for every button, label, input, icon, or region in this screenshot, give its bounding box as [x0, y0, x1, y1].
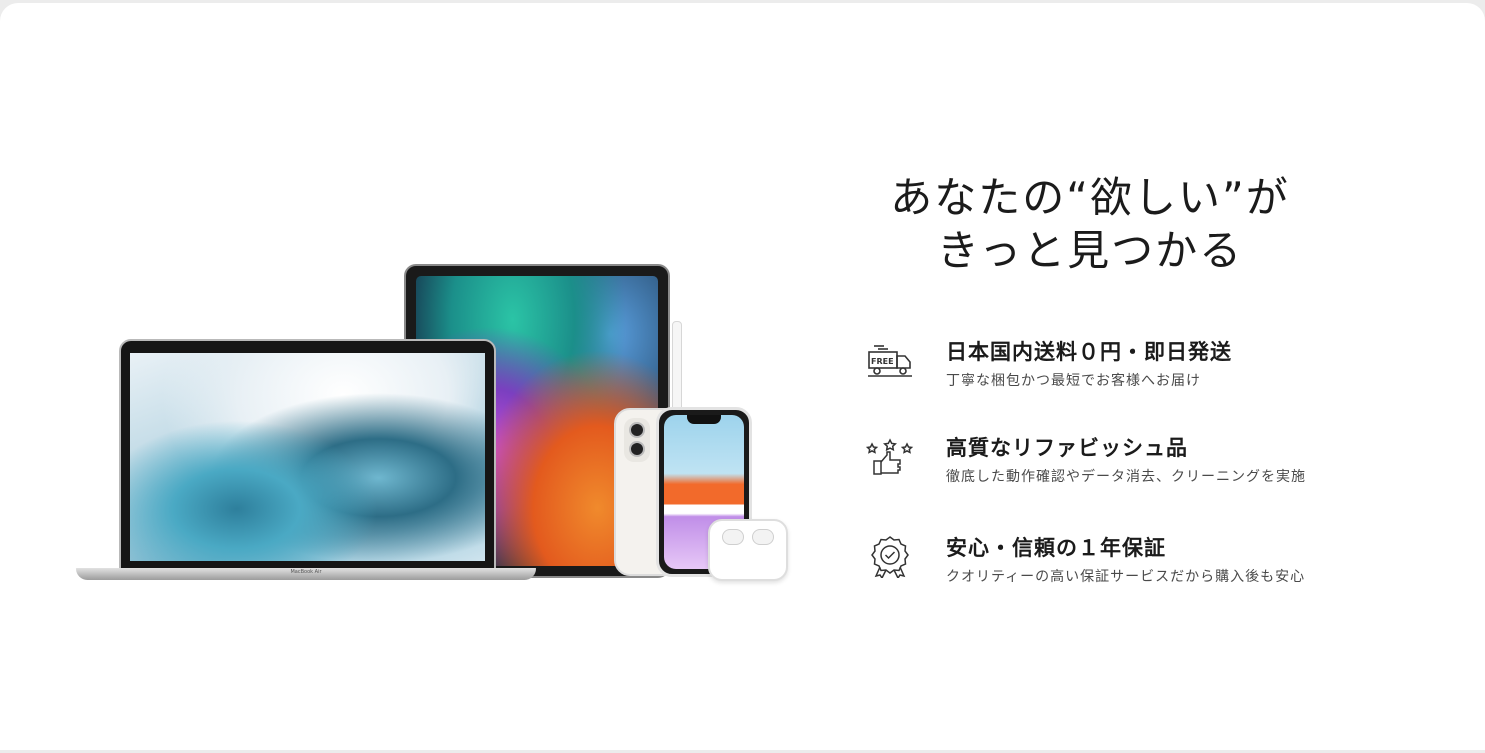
headline-line-2: きっと見つかる — [936, 226, 1244, 275]
feature-item-warranty: 安心・信頼の１年保証 クオリティーの高い保証サービスだから購入後も安心 — [866, 532, 1426, 592]
apple-devices-image: MacBook Air — [0, 3, 800, 753]
macbook-screen — [130, 353, 485, 561]
headline-line-1: あなたの“欲しい”が — [890, 173, 1290, 222]
feature-description: 丁寧な梱包かつ最短でお客様へお届け — [946, 373, 1201, 389]
airpods-illustration — [708, 519, 788, 581]
feature-title: 日本国内送料０円・即日発送 — [946, 340, 1232, 364]
feature-item-quality: 高質なリファビッシュ品 徹底した動作確認やデータ消去、クリーニングを実施 — [866, 432, 1426, 492]
iphone-camera — [624, 418, 650, 462]
camera-lens — [629, 422, 645, 438]
macbook-base: MacBook Air — [76, 568, 536, 580]
airpod-left — [722, 529, 744, 545]
svg-text:FREE: FREE — [871, 357, 894, 366]
camera-lens — [629, 441, 645, 457]
hero-headline: あなたの“欲しい”が きっと見つかる — [840, 171, 1340, 277]
thumbs-up-stars-icon — [866, 438, 914, 475]
feature-item-shipping: FREE 日本国内送料０円・即日発送 丁寧な梱包かつ最短でお客様へお届け — [866, 336, 1426, 396]
feature-description: クオリティーの高い保証サービスだから購入後も安心 — [946, 569, 1306, 585]
award-badge-check-icon — [871, 536, 909, 578]
airpod-right — [752, 529, 774, 545]
free-shipping-truck-icon: FREE — [868, 345, 912, 377]
hero-panel: MacBook Air あなたの“欲しい”が きっと見つかる FREE 日本国内… — [0, 3, 1485, 750]
iphone-notch — [687, 415, 721, 424]
feature-title: 安心・信頼の１年保証 — [946, 536, 1166, 560]
macbook-label: MacBook Air — [290, 569, 322, 575]
feature-description: 徹底した動作確認やデータ消去、クリーニングを実施 — [946, 469, 1306, 485]
feature-title: 高質なリファビッシュ品 — [946, 436, 1188, 460]
macbook-illustration — [119, 339, 496, 571]
